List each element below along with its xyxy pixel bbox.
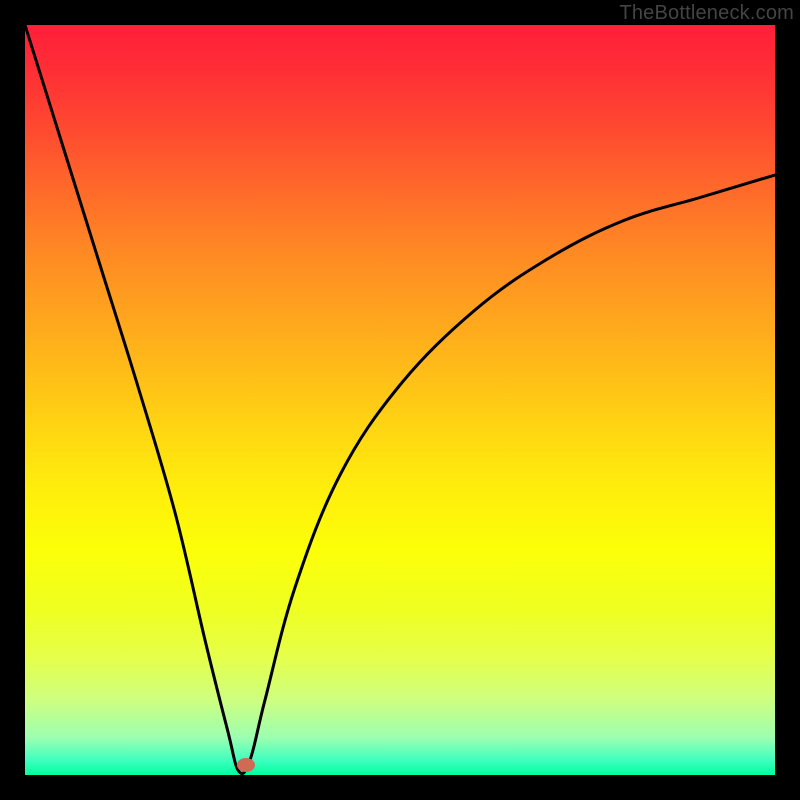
plot-area [25,25,775,775]
curve-canvas [25,25,775,775]
bottleneck-curve [25,25,775,774]
optimal-point-marker [237,758,255,772]
chart-frame: TheBottleneck.com [0,0,800,800]
watermark-label: TheBottleneck.com [619,2,794,25]
